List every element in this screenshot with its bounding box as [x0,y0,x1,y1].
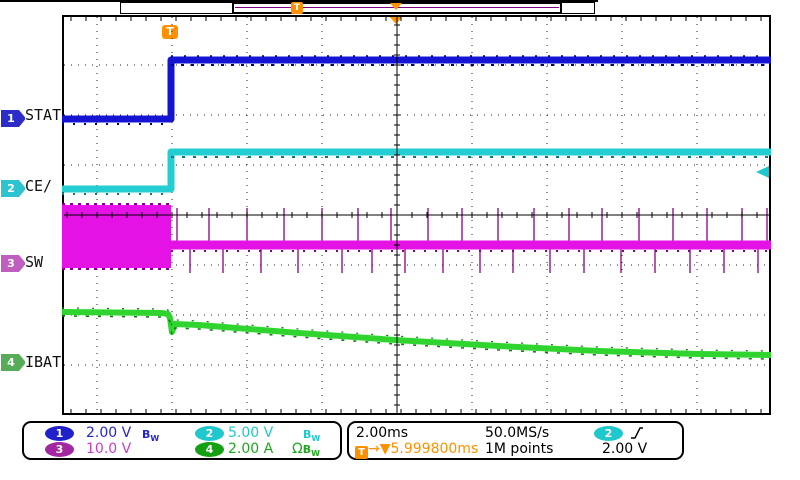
ch1-position-arrow[interactable]: 1 [1,110,26,127]
trigger-position-bar-icon[interactable]: T [291,2,303,14]
trigger-level-readout[interactable]: 2.00 V [602,442,647,457]
ch4-badge[interactable]: 4 [195,442,224,457]
ch1-badge[interactable]: 1 [45,426,74,441]
ch2-position-arrow[interactable]: 2 [1,180,26,197]
oscilloscope-screen: T T 1 2 3 4 STAT CE/ SW IBAT 1 2.00 V BW… [0,0,800,480]
ch3-badge[interactable]: 3 [45,442,74,457]
ch1-trace-label: STAT [25,107,61,123]
ch4-scale[interactable]: 2.00 A [228,442,273,457]
horizontal-trigger-readout-box: 2.00ms 50.0MS/s 2 T→▼5.999800ms 1M point… [347,421,684,460]
ch3-position-arrow[interactable]: 3 [1,255,26,272]
record-length-readout: 1M points [485,442,553,457]
channel-readout-box: 1 2.00 V BW 2 5.00 V BW 3 10.0 V 4 2.00 … [22,421,342,460]
trigger-flag-icon: T [355,446,368,459]
ch4-ohm-icon: ΩBW [292,442,320,461]
timebase-readout[interactable]: 2.00ms [356,426,408,441]
ch2-trace-label: CE/ [25,178,52,194]
ch3-trace-label: SW [25,254,43,270]
ch2-scale[interactable]: 5.00 V [228,426,273,441]
record-view-bar[interactable]: T [120,2,595,14]
trigger-delay-readout[interactable]: T→▼5.999800ms [355,442,478,459]
trigger-level-arrow[interactable] [756,166,769,178]
expansion-point-bar-icon [390,3,402,10]
ch4-trace-label: IBAT [25,354,61,370]
ch4-position-arrow[interactable]: 4 [1,354,26,371]
ch1-bandwidth-icon: BW [142,427,159,446]
trigger-source-badge[interactable]: 2 [594,426,623,441]
waveform-display [62,15,771,415]
sample-rate-readout: 50.0MS/s [485,426,549,441]
ch3-scale[interactable]: 10.0 V [86,442,131,457]
ch2-badge[interactable]: 2 [195,426,224,441]
ch1-scale[interactable]: 2.00 V [86,426,131,441]
